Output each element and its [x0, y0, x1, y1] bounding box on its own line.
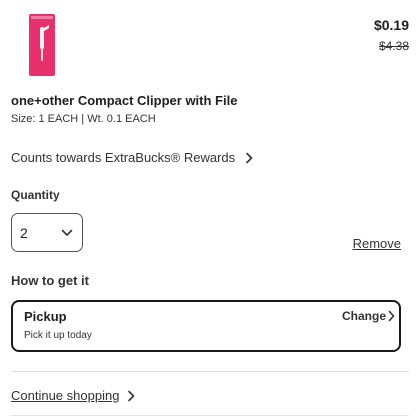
product-image[interactable]: [29, 14, 55, 76]
change-button[interactable]: Change: [342, 309, 395, 323]
pickup-option-card[interactable]: Pickup Pick it up today Change: [11, 300, 401, 352]
pickup-subtitle: Pick it up today: [24, 330, 92, 341]
chevron-down-icon: [61, 224, 73, 242]
quantity-select[interactable]: 2: [11, 213, 83, 252]
chevron-right-icon: [245, 152, 253, 164]
product-meta: Size: 1 EACH | Wt. 0.1 EACH: [11, 113, 156, 125]
price-block: $0.19 $4.38: [374, 17, 409, 53]
quantity-value: 2: [20, 224, 28, 241]
remove-link[interactable]: Remove: [353, 236, 401, 251]
chevron-right-icon: [127, 390, 135, 402]
quantity-label: Quantity: [11, 188, 60, 202]
divider: [11, 415, 409, 416]
change-label: Change: [341, 309, 386, 323]
rewards-label: Counts towards ExtraBucks® Rewards: [11, 150, 236, 165]
divider: [11, 371, 409, 372]
extrabucks-rewards-link[interactable]: Counts towards ExtraBucks® Rewards: [11, 150, 253, 165]
product-title[interactable]: one+other Compact Clipper with File: [11, 93, 237, 108]
continue-shopping-link[interactable]: Continue shopping: [11, 388, 135, 403]
current-price: $0.19: [373, 17, 409, 33]
pickup-title: Pickup: [24, 309, 67, 324]
clipper-graphic: [40, 25, 49, 61]
continue-shopping-label: Continue shopping: [11, 388, 120, 403]
fulfillment-heading: How to get it: [11, 273, 89, 288]
chevron-right-icon: [388, 310, 395, 322]
original-price: $4.38: [378, 39, 409, 53]
